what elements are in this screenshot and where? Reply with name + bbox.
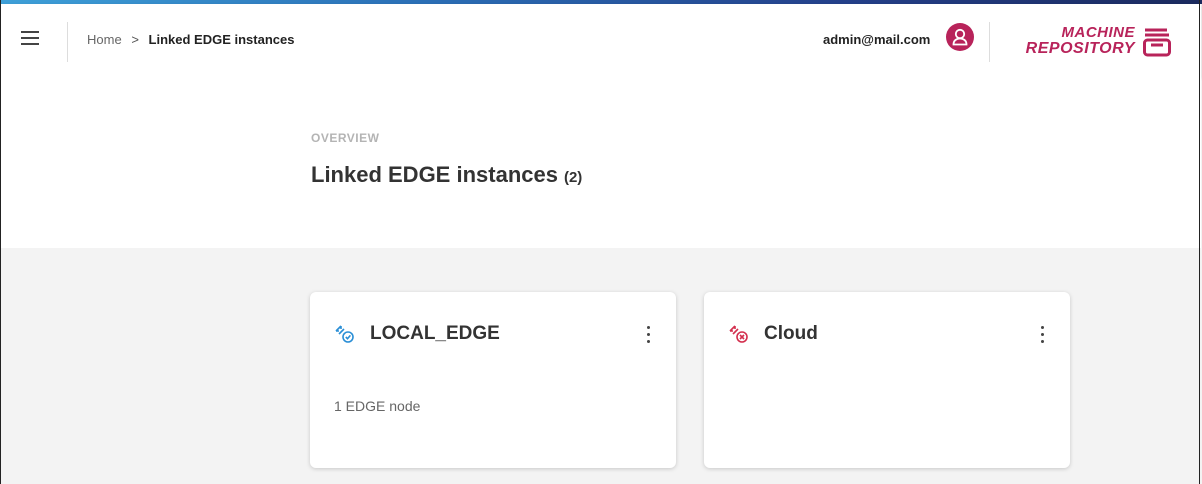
page-title: Linked EDGE instances (2) (311, 162, 582, 188)
app-header: Home > Linked EDGE instances admin@mail.… (1, 4, 1201, 78)
edge-instance-card[interactable]: Cloud (704, 292, 1070, 468)
header-divider (989, 22, 990, 62)
more-vert-icon[interactable] (1036, 326, 1048, 346)
user-avatar[interactable] (946, 23, 974, 51)
page-overline: OVERVIEW (311, 131, 380, 145)
card-title: Cloud (764, 323, 818, 344)
user-icon (952, 28, 968, 46)
more-vert-icon[interactable] (642, 326, 654, 346)
breadcrumb-home-link[interactable]: Home (87, 32, 122, 47)
card-title: LOCAL_EDGE (370, 323, 500, 344)
breadcrumb-current: Linked EDGE instances (148, 32, 295, 47)
logo-text: MACHINE REPOSITORY (1025, 24, 1135, 57)
header-divider (67, 22, 68, 62)
user-email[interactable]: admin@mail.com (823, 32, 930, 47)
instance-count: (2) (563, 169, 583, 186)
page-title-text: Linked EDGE instances (311, 162, 558, 187)
repository-box-icon (1143, 28, 1171, 57)
card-node-count: 1 EDGE node (334, 398, 421, 414)
breadcrumb: Home > Linked EDGE instances (87, 32, 294, 47)
edge-instance-card[interactable]: LOCAL_EDGE 1 EDGE node (310, 292, 676, 468)
page-hero: OVERVIEW Linked EDGE instances (2) (1, 78, 1201, 248)
link-connected-icon (335, 325, 354, 343)
link-disconnected-icon (729, 325, 748, 343)
machine-repository-logo[interactable]: MACHINE REPOSITORY (1017, 22, 1183, 62)
breadcrumb-separator: > (131, 32, 139, 47)
hamburger-menu-icon[interactable] (21, 31, 39, 47)
